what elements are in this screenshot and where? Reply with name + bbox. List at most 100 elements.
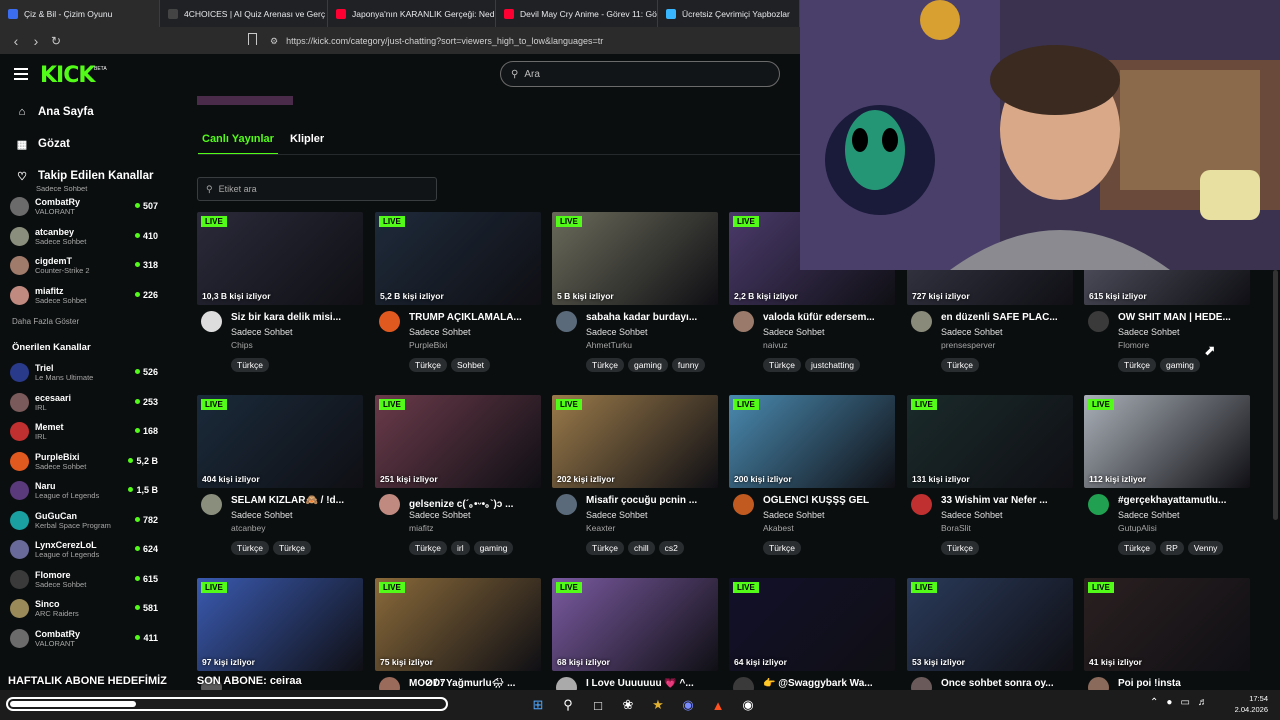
sidebar-channel[interactable]: Naru League of Legends 1,5 B [0,476,168,506]
stream-title[interactable]: Misafir çocuğu pcnin ... [586,495,716,506]
streamer-name[interactable]: miafitz [409,523,434,533]
volume-icon[interactable]: ♬ [1198,697,1208,708]
stream-card[interactable]: LIVE 75 kişi izliyor MOOD: Yağmurlu🌧 ... [375,578,541,690]
app-icon[interactable]: ★ [648,695,668,715]
browser-tab[interactable]: Ücretsiz Çevrimiçi Yapbozlar [658,0,800,27]
stream-card[interactable]: LIVE 10,3 B kişi izliyor Siz bir kara deli… [197,212,363,377]
tag-chip[interactable]: justchatting [804,358,860,372]
streamer-avatar[interactable] [733,494,754,515]
stream-card[interactable]: LIVE 5,2 B kişi izliyor TRUMP AÇIKLAMALA..… [375,212,541,377]
stream-title[interactable]: ÖĞLENCİ KUŞŞŞ GEL [763,495,893,506]
streamer-avatar[interactable] [201,494,222,515]
tab-live[interactable]: Canlı Yayınlar [198,129,278,155]
streamer-avatar[interactable] [1088,677,1109,690]
stream-card[interactable]: LIVE 64 kişi izliyor 👉 @Swaggybark Wa... [729,578,895,690]
stream-title[interactable]: valoda küfür edersem... [763,312,893,323]
tag-chip[interactable]: Venny [1187,541,1224,555]
stream-thumbnail[interactable]: LIVE 5,2 B kişi izliyor [375,212,541,305]
stream-title[interactable]: Poi poi !insta [1118,678,1248,689]
show-more-link[interactable]: Daha Fazla Göster [0,310,168,332]
site-settings-icon[interactable]: ⚙ [270,36,278,47]
chatgpt-icon[interactable]: ❀ [618,695,638,715]
streamer-avatar[interactable] [911,677,932,690]
sidebar-channel[interactable]: Memet IRL 168 [0,417,168,447]
stream-category[interactable]: Sadece Sohbet [763,327,825,337]
streamer-name[interactable]: prensesperver [941,340,995,350]
tab-clips[interactable]: Klipler [290,129,324,155]
stream-category[interactable]: Sadece Sohbet [231,510,293,520]
streamer-avatar[interactable] [379,494,400,515]
tag-search-input[interactable]: ⚲ Etiket ara [197,177,437,201]
brave-icon[interactable]: ▲ [708,695,728,715]
streamer-name[interactable]: GutupAlisi [1118,523,1157,533]
sidebar-channel[interactable]: PurpleBixi Sadece Sohbet 5,2 B [0,447,168,477]
stream-thumbnail[interactable]: LIVE 53 kişi izliyor [907,578,1073,671]
streamer-avatar[interactable] [1088,311,1109,332]
stream-card[interactable]: LIVE 404 kişi izliyor SELAM KIZLAR🙈 / !d..… [197,395,363,560]
stream-thumbnail[interactable]: LIVE 112 kişi izliyor [1084,395,1250,488]
stream-title[interactable]: Önce sohbet sonra oy... [941,678,1071,689]
sidebar-nav-item[interactable]: ⌂ Ana Sayfa [0,96,168,128]
tag-chip[interactable]: Türkçe [763,358,801,372]
stream-category[interactable]: Sadece Sohbet [763,510,825,520]
streamer-name[interactable]: AhmetTurku [586,340,632,350]
scrollbar[interactable] [1273,270,1278,520]
microphone-icon[interactable]: ● [1166,697,1172,708]
streamer-avatar[interactable] [201,311,222,332]
menu-icon[interactable] [14,68,28,80]
tag-chip[interactable]: chill [627,541,655,555]
kick-logo[interactable]: KICK [40,63,95,88]
sidebar-channel[interactable]: cigdemT Counter-Strike 2 318 [0,251,168,281]
stream-category[interactable]: Sadece Sohbet [409,510,471,520]
tag-chip[interactable]: Türkçe [763,541,801,555]
stream-category[interactable]: Sadece Sohbet [231,327,293,337]
tag-chip[interactable]: Türkçe [272,541,311,555]
stream-thumbnail[interactable]: LIVE 68 kişi izliyor [552,578,718,671]
browser-tab[interactable]: Çiz & Bil - Çizim Oyunu [0,0,160,27]
tag-chip[interactable]: irl [450,541,470,555]
streamer-avatar[interactable] [911,494,932,515]
discord-icon[interactable]: ◉ [678,695,698,715]
sidebar-nav-item[interactable]: ▦ Gözat [0,128,168,160]
streamer-avatar[interactable] [556,494,577,515]
streamer-avatar[interactable] [379,677,400,690]
tag-chip[interactable]: Türkçe [409,541,447,555]
tag-chip[interactable]: gaming [627,358,668,372]
stream-category[interactable]: Sadece Sohbet [941,327,1003,337]
stream-category[interactable]: Sadece Sohbet [1118,510,1180,520]
streamer-avatar[interactable] [733,677,754,690]
streamer-name[interactable]: atcanbey [231,523,266,533]
browser-tab[interactable]: 4CHOICES | AI Quiz Arenası ve Gerç [160,0,328,27]
sidebar-channel[interactable]: Sinco ARC Raiders 581 [0,594,168,624]
tag-chip[interactable]: Türkçe [1118,541,1156,555]
streamer-avatar[interactable] [733,311,754,332]
tag-chip[interactable]: Sohbet [450,358,490,372]
stream-thumbnail[interactable]: LIVE 10,3 B kişi izliyor [197,212,363,305]
url-field[interactable]: ⚙ https://kick.com/category/just-chattin… [270,32,790,50]
display-icon[interactable]: ▭ [1180,697,1189,708]
stream-card[interactable]: LIVE 53 kişi izliyor Önce sohbet sonra oy.… [907,578,1073,690]
stream-thumbnail[interactable]: LIVE 404 kişi izliyor [197,395,363,488]
stream-thumbnail[interactable]: LIVE 251 kişi izliyor [375,395,541,488]
tag-chip[interactable]: Türkçe [941,358,979,372]
streamer-avatar[interactable] [911,311,932,332]
stream-category[interactable]: Sadece Sohbet [586,327,648,337]
streamer-avatar[interactable] [379,311,400,332]
stream-category[interactable]: Sadece Sohbet [941,510,1003,520]
streamer-avatar[interactable] [556,311,577,332]
sidebar-channel[interactable]: ecesaari IRL 253 [0,388,168,418]
stream-card[interactable]: LIVE 5 B kişi izliyor sabaha kadar burdayı… [552,212,718,377]
streamer-name[interactable]: Flomore [1118,340,1149,350]
streamer-name[interactable]: BoraSlit [941,523,971,533]
streamer-avatar[interactable] [1088,494,1109,515]
stream-thumbnail[interactable]: LIVE 75 kişi izliyor [375,578,541,671]
stream-category[interactable]: Sadece Sohbet [409,327,471,337]
sidebar-channel[interactable]: CombatRy VALORANT 411 [0,624,168,654]
stream-thumbnail[interactable]: LIVE 41 kişi izliyor [1084,578,1250,671]
stream-thumbnail[interactable]: LIVE 200 kişi izliyor [729,395,895,488]
tag-chip[interactable]: Türkçe [586,358,624,372]
stream-thumbnail[interactable]: LIVE 202 kişi izliyor [552,395,718,488]
stream-title[interactable]: SELAM KIZLAR🙈 / !d... [231,495,361,506]
streamer-name[interactable]: naivuz [763,340,788,350]
tag-chip[interactable]: Türkçe [231,358,269,372]
